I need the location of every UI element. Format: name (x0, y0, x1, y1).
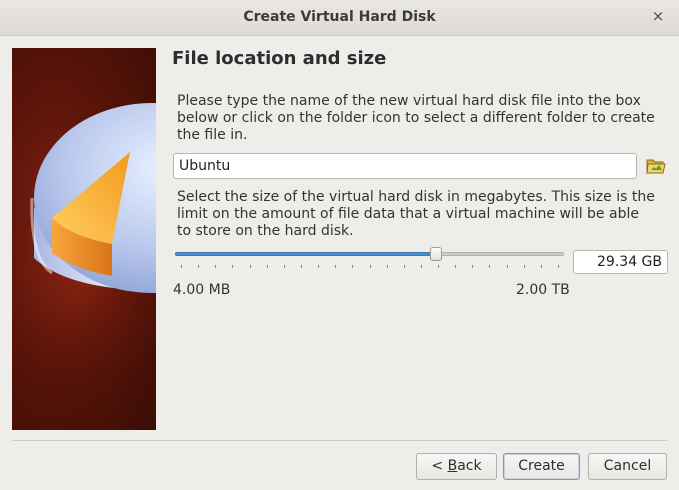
size-slider[interactable] (173, 246, 566, 272)
window-title: Create Virtual Hard Disk (243, 9, 436, 25)
slider-tick (249, 265, 251, 268)
wizard-banner-image (12, 48, 156, 430)
slider-tick (489, 265, 491, 268)
slider-tick (540, 265, 542, 268)
cancel-button[interactable]: Cancel (588, 453, 667, 480)
max-size-label: 2.00 TB (516, 282, 570, 298)
back-mnemonic: B (447, 458, 458, 474)
hard-disk-illustration (12, 103, 156, 398)
slider-tick (403, 265, 405, 268)
back-rest: ack (457, 458, 482, 474)
slider-tick (472, 265, 474, 268)
slider-tick (318, 265, 320, 268)
slider-tick (181, 265, 182, 268)
slider-tick (558, 265, 559, 268)
location-description: Please type the name of the new virtual … (177, 93, 655, 143)
folder-open-icon[interactable] (645, 155, 667, 177)
slider-tick (523, 265, 525, 268)
divider (12, 440, 667, 441)
page-title: File location and size (172, 48, 387, 69)
slider-tick (352, 265, 354, 268)
size-description: Select the size of the virtual hard disk… (177, 189, 655, 239)
slider-tick (232, 265, 234, 268)
slider-tick (198, 265, 200, 268)
file-name-input[interactable] (173, 153, 637, 179)
slider-tick (215, 265, 217, 268)
slider-tick (506, 265, 508, 268)
slider-tick (266, 265, 268, 268)
slider-tick (420, 265, 422, 268)
close-icon[interactable]: × (650, 8, 666, 24)
slider-fill (175, 252, 436, 256)
slider-tick (300, 265, 302, 268)
slider-tick (369, 265, 371, 268)
slider-tick (335, 265, 337, 268)
create-button[interactable]: Create (503, 453, 580, 480)
slider-tick (438, 265, 440, 268)
slider-tick (386, 265, 388, 268)
slider-tick (283, 265, 285, 268)
slider-handle[interactable] (429, 247, 442, 261)
size-input[interactable] (573, 250, 668, 274)
slider-tick (455, 265, 457, 268)
title-bar: Create Virtual Hard Disk × (0, 0, 679, 36)
min-size-label: 4.00 MB (173, 282, 231, 298)
back-button[interactable]: < Back (416, 453, 497, 480)
back-prefix: < (431, 458, 448, 474)
